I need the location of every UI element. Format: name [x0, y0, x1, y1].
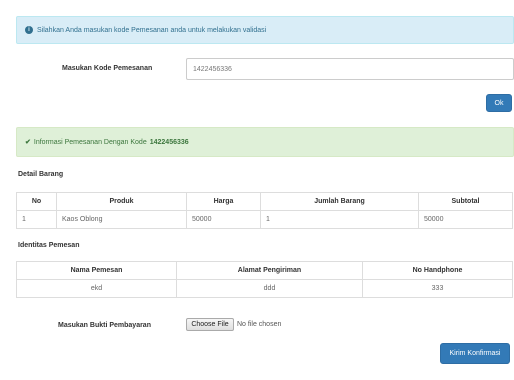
info-icon: i: [25, 26, 33, 34]
bukti-pembayaran-label: Masukan Bukti Pembayaran: [58, 322, 151, 329]
table-cell: ddd: [176, 279, 363, 298]
table-cell: 333: [362, 279, 513, 298]
choose-file-label: Choose File: [191, 321, 229, 328]
detail-barang-title: Detail Barang: [18, 171, 64, 178]
ok-button[interactable]: Ok: [486, 94, 512, 112]
identitas-pemesan-title: Identitas Pemesan: [18, 242, 80, 249]
column-header: Subtotal: [418, 192, 513, 211]
table-header-row: No Produk Harga Jumlah Barang Subtotal: [16, 192, 513, 211]
info-alert: i Silahkan Anda masukan kode Pemesanan a…: [16, 16, 514, 44]
table-row: ekd ddd 333: [16, 279, 513, 298]
column-header: Alamat Pengiriman: [176, 261, 363, 280]
column-header: Jumlah Barang: [260, 192, 419, 211]
table-header-row: Nama Pemesan Alamat Pengiriman No Handph…: [16, 261, 513, 280]
table-cell: Kaos Oblong: [56, 210, 187, 229]
column-header: Nama Pemesan: [16, 261, 177, 280]
choose-file-button[interactable]: Choose File: [186, 318, 234, 331]
kode-pemesanan-value: 1422456336: [193, 65, 232, 73]
success-alert: ✔ Informasi Pemesanan Dengan Kode 142245…: [16, 127, 514, 157]
column-header: No: [16, 192, 57, 211]
success-alert-code: 1422456336: [149, 138, 189, 146]
detail-barang-table: No Produk Harga Jumlah Barang Subtotal 1…: [16, 192, 513, 229]
ok-button-label: Ok: [494, 99, 504, 107]
identitas-pemesan-table: Nama Pemesan Alamat Pengiriman No Handph…: [16, 261, 513, 298]
kirim-konfirmasi-label: Kirim Konfirmasi: [449, 350, 501, 357]
table-cell: ekd: [16, 279, 177, 298]
kode-pemesanan-label: Masukan Kode Pemesanan: [62, 65, 153, 72]
file-status-text: No file chosen: [237, 321, 282, 328]
table-cell: 50000: [418, 210, 513, 229]
table-cell: 50000: [186, 210, 261, 229]
success-alert-text: Informasi Pemesanan Dengan Kode: [33, 138, 147, 146]
column-header: No Handphone: [362, 261, 513, 280]
column-header: Harga: [186, 192, 261, 211]
check-icon: ✔: [25, 139, 31, 146]
kode-pemesanan-input[interactable]: 1422456336: [186, 58, 514, 80]
column-header: Produk: [56, 192, 187, 211]
table-row: 1 Kaos Oblong 50000 1 50000: [16, 210, 513, 229]
table-cell: 1: [16, 210, 57, 229]
kode-pemesanan-row: Masukan Kode Pemesanan 1422456336: [16, 58, 514, 82]
kirim-konfirmasi-button[interactable]: Kirim Konfirmasi: [440, 343, 510, 364]
table-cell: 1: [260, 210, 419, 229]
info-alert-text: Silahkan Anda masukan kode Pemesanan and…: [37, 26, 267, 34]
